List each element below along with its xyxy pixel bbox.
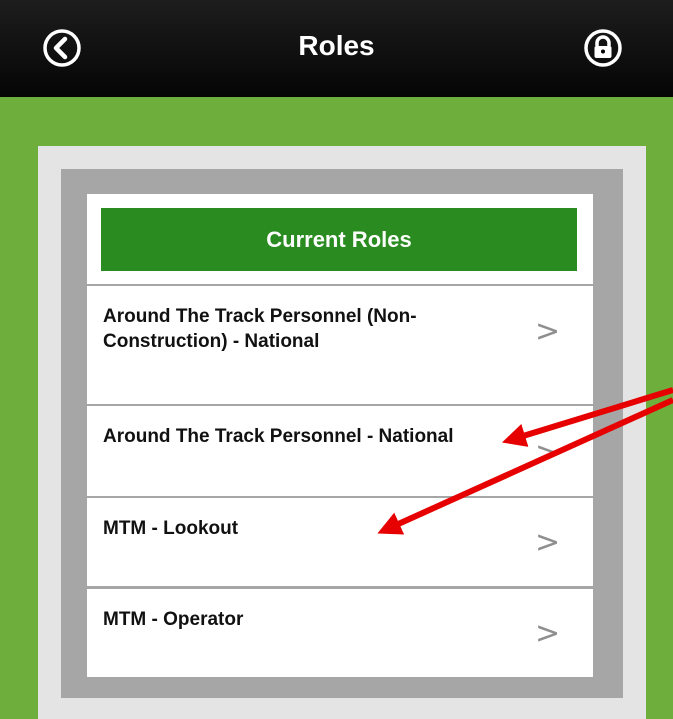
role-item-mtm-lookout[interactable]: MTM - Lookout >	[87, 498, 593, 586]
chevron-right-icon: >	[535, 525, 561, 560]
chevron-right-icon: >	[535, 616, 561, 651]
role-label: Around The Track Personnel - National	[103, 426, 454, 447]
app-header: Roles	[0, 0, 673, 97]
role-label: MTM - Operator	[103, 609, 244, 630]
list-header: Current Roles	[87, 194, 593, 284]
lock-icon[interactable]	[583, 28, 623, 68]
page-title: Roles	[298, 30, 375, 61]
role-label: Around The Track Personnel (Non-Construc…	[103, 306, 417, 352]
roles-list: Current Roles Around The Track Personnel…	[87, 194, 593, 679]
current-roles-header: Current Roles	[101, 208, 577, 271]
role-label: MTM - Lookout	[103, 518, 239, 539]
role-item-atp-national[interactable]: Around The Track Personnel - National >	[87, 406, 593, 496]
role-item-atp-non-construction[interactable]: Around The Track Personnel (Non-Construc…	[87, 286, 593, 404]
chevron-right-icon: >	[535, 436, 561, 471]
role-item-mtm-operator[interactable]: MTM - Operator >	[87, 589, 593, 677]
chevron-right-icon: >	[535, 314, 561, 349]
